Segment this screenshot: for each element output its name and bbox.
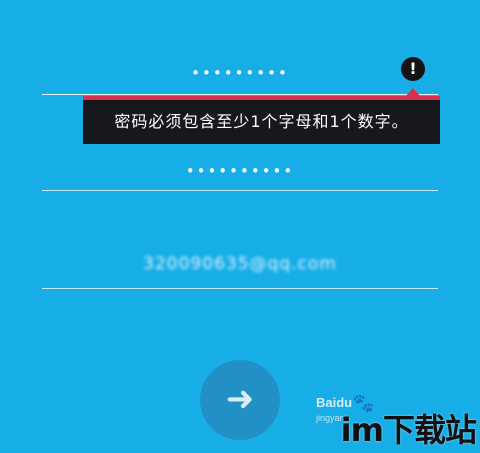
email-underline [42,288,438,289]
confirm-password-value[interactable]: •••••••••• [42,162,438,180]
error-message: 密码必须包含至少1个字母和1个数字。 [114,112,409,131]
watermark-site-name: im下载站 [340,411,477,449]
watermark: Baidu 🐾 jingyan im下载站 [316,393,477,451]
error-icon[interactable]: ! [401,57,425,81]
email-value[interactable]: 320090635@qq.com [42,254,438,274]
next-button[interactable]: ➜ [200,360,280,440]
confirm-password-field[interactable]: •••••••••• [42,158,438,198]
password-value[interactable]: ••••••••• [42,64,438,82]
error-tooltip: 密码必须包含至少1个字母和1个数字。 [83,96,440,144]
password-underline [42,94,438,95]
arrow-right-icon: ➜ [225,379,255,419]
email-field[interactable]: 320090635@qq.com [42,252,438,292]
password-field[interactable]: ••••••••• [42,60,438,100]
confirm-password-underline [42,190,438,191]
